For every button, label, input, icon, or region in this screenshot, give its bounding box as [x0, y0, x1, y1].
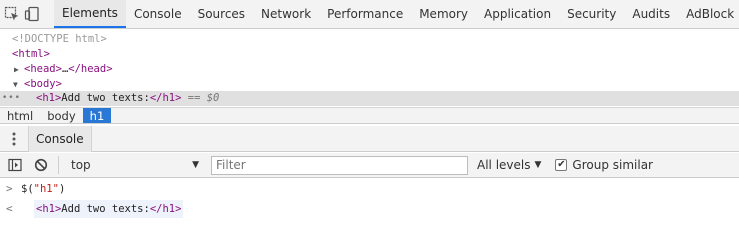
dom-node-body[interactable]: ▼ <body>	[0, 77, 739, 92]
tab-sources[interactable]: Sources	[190, 0, 253, 28]
dom-node-h1-selected[interactable]: ••• <h1>Add two texts:</h1> == $0	[0, 91, 739, 106]
drawer-header: Console	[0, 125, 739, 152]
sidebar-toggle-icon[interactable]	[4, 154, 26, 176]
input-prompt-icon: >	[6, 182, 13, 195]
dom-node-doctype[interactable]: <!DOCTYPE html>	[0, 32, 739, 47]
head-close-tag: </head>	[68, 63, 113, 75]
log-levels-label: All levels	[477, 158, 531, 172]
dropdown-arrow-icon: ▼	[192, 160, 199, 170]
tab-application[interactable]: Application	[476, 0, 559, 28]
toolbar-divider	[58, 156, 59, 174]
tab-adblock[interactable]: AdBlock	[678, 0, 739, 28]
drawer-menu-icon[interactable]	[0, 132, 28, 146]
tab-elements[interactable]: Elements	[54, 0, 126, 28]
console-toolbar: top ▼ All levels ▼ ✔ Group similar	[0, 153, 739, 178]
tab-console[interactable]: Console	[126, 0, 190, 28]
collapse-triangle-icon[interactable]: ▼	[13, 77, 18, 92]
body-open-tag: <body>	[24, 78, 62, 90]
device-toolbar-icon[interactable]	[24, 3, 40, 25]
panel-tabs: Elements Console Sources Network Perform…	[54, 0, 739, 28]
input-arg: "h1"	[33, 183, 59, 195]
drawer-tab-console[interactable]: Console	[28, 125, 92, 152]
tab-audits[interactable]: Audits	[624, 0, 678, 28]
dropdown-arrow-icon: ▼	[534, 160, 542, 170]
result-text: Add two texts:	[61, 203, 150, 215]
result-close-tag: </h1>	[149, 203, 182, 215]
group-similar-label: Group similar	[572, 158, 653, 172]
html-open-tag: <html>	[12, 48, 50, 60]
breadcrumb-body[interactable]: body	[40, 108, 82, 123]
dom-tree: <!DOCTYPE html> <html> ▶ <head>…</head> …	[0, 30, 739, 107]
inspect-cursor-icon[interactable]	[4, 3, 20, 25]
tab-memory[interactable]: Memory	[411, 0, 476, 28]
expand-triangle-icon[interactable]: ▶	[14, 62, 19, 77]
console-input-line: > $("h1")	[0, 180, 739, 198]
h1-text: Add two texts:	[61, 92, 150, 104]
filter-input[interactable]	[211, 155, 468, 175]
devtools-tabbar: Elements Console Sources Network Perform…	[0, 0, 739, 29]
dom-node-head[interactable]: ▶ <head>…</head>	[0, 62, 739, 77]
result-node[interactable]: <h1>Add two texts:</h1>	[34, 200, 184, 218]
input-fn: $(	[21, 183, 34, 195]
head-open-tag: <head>	[24, 63, 62, 75]
tab-network[interactable]: Network	[253, 0, 319, 28]
doctype-text: <!DOCTYPE html>	[12, 33, 107, 45]
more-dots-icon[interactable]: •••	[2, 91, 21, 106]
input-close: )	[58, 183, 66, 195]
checkbox-checked-icon[interactable]: ✔	[555, 159, 568, 171]
tab-performance[interactable]: Performance	[319, 0, 411, 28]
context-value: top	[71, 158, 91, 172]
selected-marker: == $0	[187, 92, 220, 104]
tab-security[interactable]: Security	[559, 0, 624, 28]
dom-node-html[interactable]: <html>	[0, 47, 739, 62]
group-similar-toggle[interactable]: ✔ Group similar	[555, 158, 653, 172]
breadcrumb: html body h1	[0, 107, 739, 124]
h1-close-tag: </h1>	[149, 92, 182, 104]
result-prompt-icon: <	[6, 202, 13, 215]
result-open-tag: <h1>	[36, 203, 62, 215]
log-levels-dropdown[interactable]: All levels ▼	[477, 158, 541, 172]
h1-open-tag: <h1>	[36, 92, 62, 104]
console-output: > $("h1") < <h1>Add two texts:</h1>	[0, 179, 739, 223]
context-selector[interactable]: top ▼	[65, 156, 205, 174]
breadcrumb-html[interactable]: html	[0, 108, 40, 123]
console-result-line: < <h1>Add two texts:</h1>	[0, 200, 739, 218]
clear-console-icon[interactable]	[30, 154, 52, 176]
breadcrumb-h1[interactable]: h1	[82, 108, 112, 123]
